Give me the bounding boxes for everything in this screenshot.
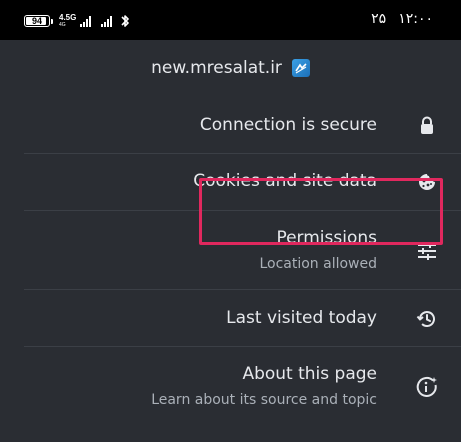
site-favicon-icon	[291, 59, 310, 77]
site-header: new.mresalat.ir	[0, 58, 461, 78]
row-text: Permissions Location allowed	[259, 228, 377, 272]
status-clock: ۲۵ ۱۲:۰۰	[371, 11, 433, 27]
row-text: Connection is secure	[200, 115, 377, 135]
history-icon	[415, 307, 439, 331]
page-info-panel: new.mresalat.ir Connection is secure Coo…	[0, 40, 461, 442]
row-about-page[interactable]: About this page Learn about its source a…	[0, 347, 461, 442]
row-title: Connection is secure	[199, 115, 377, 135]
row-text: About this page Learn about its source a…	[151, 364, 377, 408]
tune-icon	[415, 239, 439, 263]
row-subtitle: Learn about its source and topic	[151, 392, 377, 408]
status-time: ۱۲:۰۰	[398, 11, 433, 27]
site-domain: new.mresalat.ir	[151, 58, 282, 78]
row-text: Cookies and site data	[193, 171, 377, 191]
row-title: Last visited today	[226, 308, 377, 328]
signal-icon	[80, 15, 92, 27]
row-title: About this page	[242, 364, 377, 384]
lock-icon	[415, 114, 439, 138]
bluetooth-icon	[121, 15, 130, 27]
status-indicators: 94 4.5G 4G	[24, 12, 130, 30]
row-text: Last visited today	[226, 308, 377, 328]
battery-tip	[51, 18, 53, 24]
battery-level: 94	[31, 15, 42, 26]
battery-icon: 94	[24, 15, 50, 27]
signal-secondary-icon	[101, 15, 113, 27]
row-subtitle: Location allowed	[259, 256, 377, 272]
row-permissions[interactable]: Permissions Location allowed	[0, 211, 461, 289]
status-date: ۲۵	[371, 11, 387, 27]
row-connection-secure[interactable]: Connection is secure	[0, 98, 461, 154]
cookie-icon	[415, 170, 439, 194]
row-cookies-site-data[interactable]: Cookies and site data	[0, 154, 461, 210]
status-bar: 94 4.5G 4G ۲۵ ۱۲:۰۰	[0, 0, 461, 40]
info-sparkle-icon	[415, 375, 439, 399]
network-label: 4.5G	[59, 13, 77, 22]
network-sub-label: 4G	[59, 22, 66, 28]
network-type: 4.5G 4G	[59, 14, 76, 28]
row-last-visited[interactable]: Last visited today	[0, 290, 461, 346]
row-title: Permissions	[276, 228, 377, 248]
row-title: Cookies and site data	[193, 171, 377, 191]
